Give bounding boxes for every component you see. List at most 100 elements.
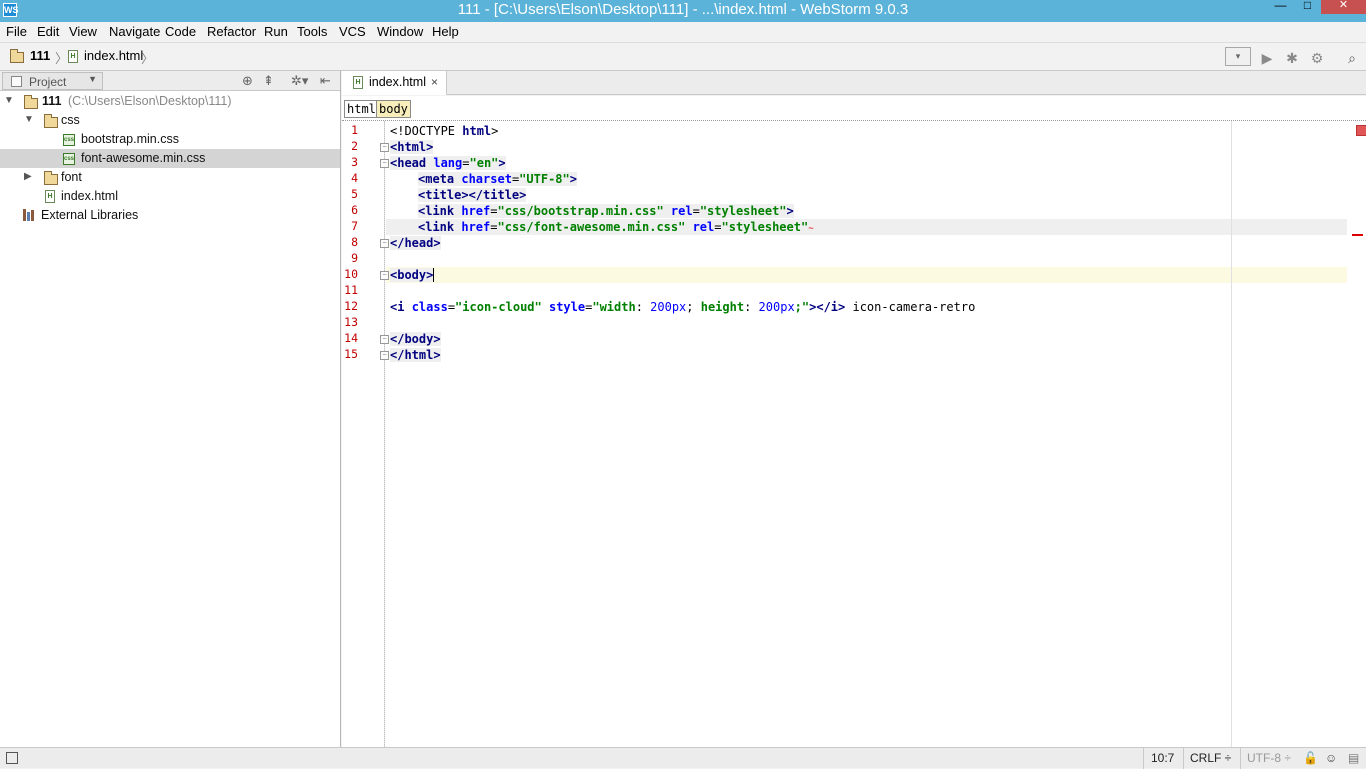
inspector-icon[interactable]: ☺: [1325, 751, 1337, 765]
tree-item-css-folder[interactable]: ▼ css: [0, 111, 340, 130]
folder-icon: [24, 95, 38, 109]
code-line-6: <link href="css/bootstrap.min.css" rel="…: [418, 204, 794, 218]
menu-vcs[interactable]: VCS: [339, 24, 366, 39]
expanded-arrow-icon[interactable]: ▼: [4, 95, 14, 106]
crumb-separator-icon: 〉: [141, 51, 155, 66]
tool-windows-icon[interactable]: [6, 752, 18, 764]
menu-tools[interactable]: Tools: [297, 24, 327, 39]
code-line-10: <body>: [390, 268, 434, 282]
fold-marker-icon[interactable]: −: [380, 335, 389, 344]
line-number: 4: [351, 171, 358, 185]
run-configuration-dropdown[interactable]: ▾: [1225, 47, 1251, 66]
tag-breadcrumb: html body: [342, 96, 1366, 121]
line-separator-selector[interactable]: CRLF ÷: [1190, 751, 1231, 765]
code-line-14: </body>: [390, 332, 441, 346]
fold-strip: [359, 121, 385, 747]
fold-marker-icon[interactable]: −: [380, 143, 389, 152]
fold-marker-icon[interactable]: −: [380, 159, 389, 168]
menu-bar: File Edit View Navigate Code Refactor Ru…: [0, 22, 1366, 42]
debug-icon[interactable]: ✱: [1283, 49, 1301, 67]
tree-item-bootstrap-css[interactable]: css bootstrap.min.css: [0, 130, 340, 149]
line-number: 6: [351, 203, 358, 217]
line-number: 2: [351, 139, 358, 153]
project-view-label: Project: [29, 75, 67, 89]
maximize-button[interactable]: □: [1294, 0, 1321, 14]
line-number: 10: [344, 267, 358, 281]
menu-run[interactable]: Run: [264, 24, 288, 39]
html-file-icon: H: [353, 76, 363, 89]
encoding-selector[interactable]: UTF-8 ÷: [1247, 751, 1291, 765]
line-number: 7: [351, 219, 358, 233]
close-button[interactable]: ✕: [1321, 0, 1366, 14]
menu-help[interactable]: Help: [432, 24, 459, 39]
line-number: 14: [344, 331, 358, 345]
tree-item-external-libraries[interactable]: External Libraries: [0, 206, 340, 225]
library-icon: [23, 209, 35, 221]
tab-index-html[interactable]: H index.html ×: [342, 71, 447, 95]
crumb-separator-icon: 〉: [55, 51, 69, 66]
menu-view[interactable]: View: [69, 24, 97, 39]
error-stripe[interactable]: [1347, 121, 1366, 747]
crumb-project[interactable]: 111: [30, 48, 50, 63]
collapsed-arrow-icon[interactable]: ▶: [24, 171, 32, 182]
search-icon[interactable]: ⌕: [1343, 49, 1361, 67]
tree-item-font-awesome-css[interactable]: css font-awesome.min.css: [0, 149, 340, 168]
divider: [1143, 748, 1144, 769]
fold-marker-icon[interactable]: −: [380, 271, 389, 280]
html-file-icon: H: [68, 50, 78, 63]
expanded-arrow-icon[interactable]: ▼: [24, 114, 34, 125]
error-status-icon[interactable]: [1356, 125, 1366, 136]
navigation-bar: 111 〉 H index.html 〉 ▶ ✱ ⚙ ⌕: [0, 42, 1366, 71]
line-number: 3: [351, 155, 358, 169]
run-icon[interactable]: ▶: [1258, 49, 1276, 67]
code-line-12: <i class="icon-cloud" style="width: 200p…: [390, 300, 976, 314]
line-number: 9: [351, 251, 358, 265]
fold-marker-icon[interactable]: −: [380, 351, 389, 360]
hide-icon[interactable]: ⇤: [320, 73, 331, 89]
project-view-selector[interactable]: Project ▼: [2, 72, 103, 90]
fold-marker-icon[interactable]: −: [380, 239, 389, 248]
error-marker[interactable]: [1352, 234, 1363, 236]
window-title: 111 - [C:\Users\Elson\Desktop\111] - ...…: [457, 1, 909, 18]
error-squiggle-icon: ~: [808, 224, 814, 234]
coverage-icon[interactable]: ⚙: [1308, 49, 1326, 67]
chevron-down-icon: ▼: [88, 74, 97, 84]
tree-item-label: index.html: [61, 189, 118, 203]
target-icon[interactable]: ⊕: [242, 73, 253, 89]
tag-crumb-html[interactable]: html: [344, 100, 379, 118]
code-line-7: <link href="css/font-awesome.min.css" re…: [418, 220, 814, 234]
line-number: 11: [344, 283, 358, 297]
project-pane: Project ▼ ⊕ ⇞ ✲▾ ⇤ ▼ 111 (C:\Users\Elson…: [0, 71, 341, 747]
css-file-icon: css: [63, 153, 75, 165]
minimize-button[interactable]: —: [1267, 0, 1294, 14]
menu-edit[interactable]: Edit: [37, 24, 59, 39]
tree-item-label: 111: [42, 94, 62, 108]
folder-icon: [44, 171, 58, 185]
tree-item-font-folder[interactable]: ▶ font: [0, 168, 340, 187]
css-file-icon: css: [63, 134, 75, 146]
line-number: 12: [344, 299, 358, 313]
code-editor[interactable]: 1 2 3 4 5 6 7 8 9 10 11 12 13 14 15 − − …: [342, 121, 1366, 747]
tree-item-label: External Libraries: [41, 208, 139, 222]
tree-item-index-html[interactable]: H index.html: [0, 187, 340, 206]
caret-position[interactable]: 10:7: [1151, 751, 1174, 765]
project-view-icon: [11, 76, 22, 87]
text-caret: [433, 268, 434, 282]
crumb-file[interactable]: index.html: [84, 48, 143, 63]
lock-icon[interactable]: 🔓: [1303, 751, 1318, 765]
menu-file[interactable]: File: [6, 24, 27, 39]
close-tab-icon[interactable]: ×: [431, 75, 438, 89]
menu-refactor[interactable]: Refactor: [207, 24, 256, 39]
code-line-8: </head>: [390, 236, 441, 250]
html-file-icon: H: [45, 190, 55, 203]
tree-item-project-root[interactable]: ▼ 111 (C:\Users\Elson\Desktop\111): [0, 92, 340, 111]
collapse-icon[interactable]: ⇞: [263, 73, 274, 89]
menu-navigate[interactable]: Navigate: [109, 24, 160, 39]
line-number-gutter: 1 2 3 4 5 6 7 8 9 10 11 12 13 14 15: [342, 121, 385, 747]
menu-window[interactable]: Window: [377, 24, 423, 39]
event-log-icon[interactable]: ▤: [1348, 751, 1359, 765]
tag-crumb-body[interactable]: body: [376, 100, 411, 118]
menu-code[interactable]: Code: [165, 24, 196, 39]
settings-icon[interactable]: ✲▾: [291, 73, 308, 89]
line-number: 8: [351, 235, 358, 249]
